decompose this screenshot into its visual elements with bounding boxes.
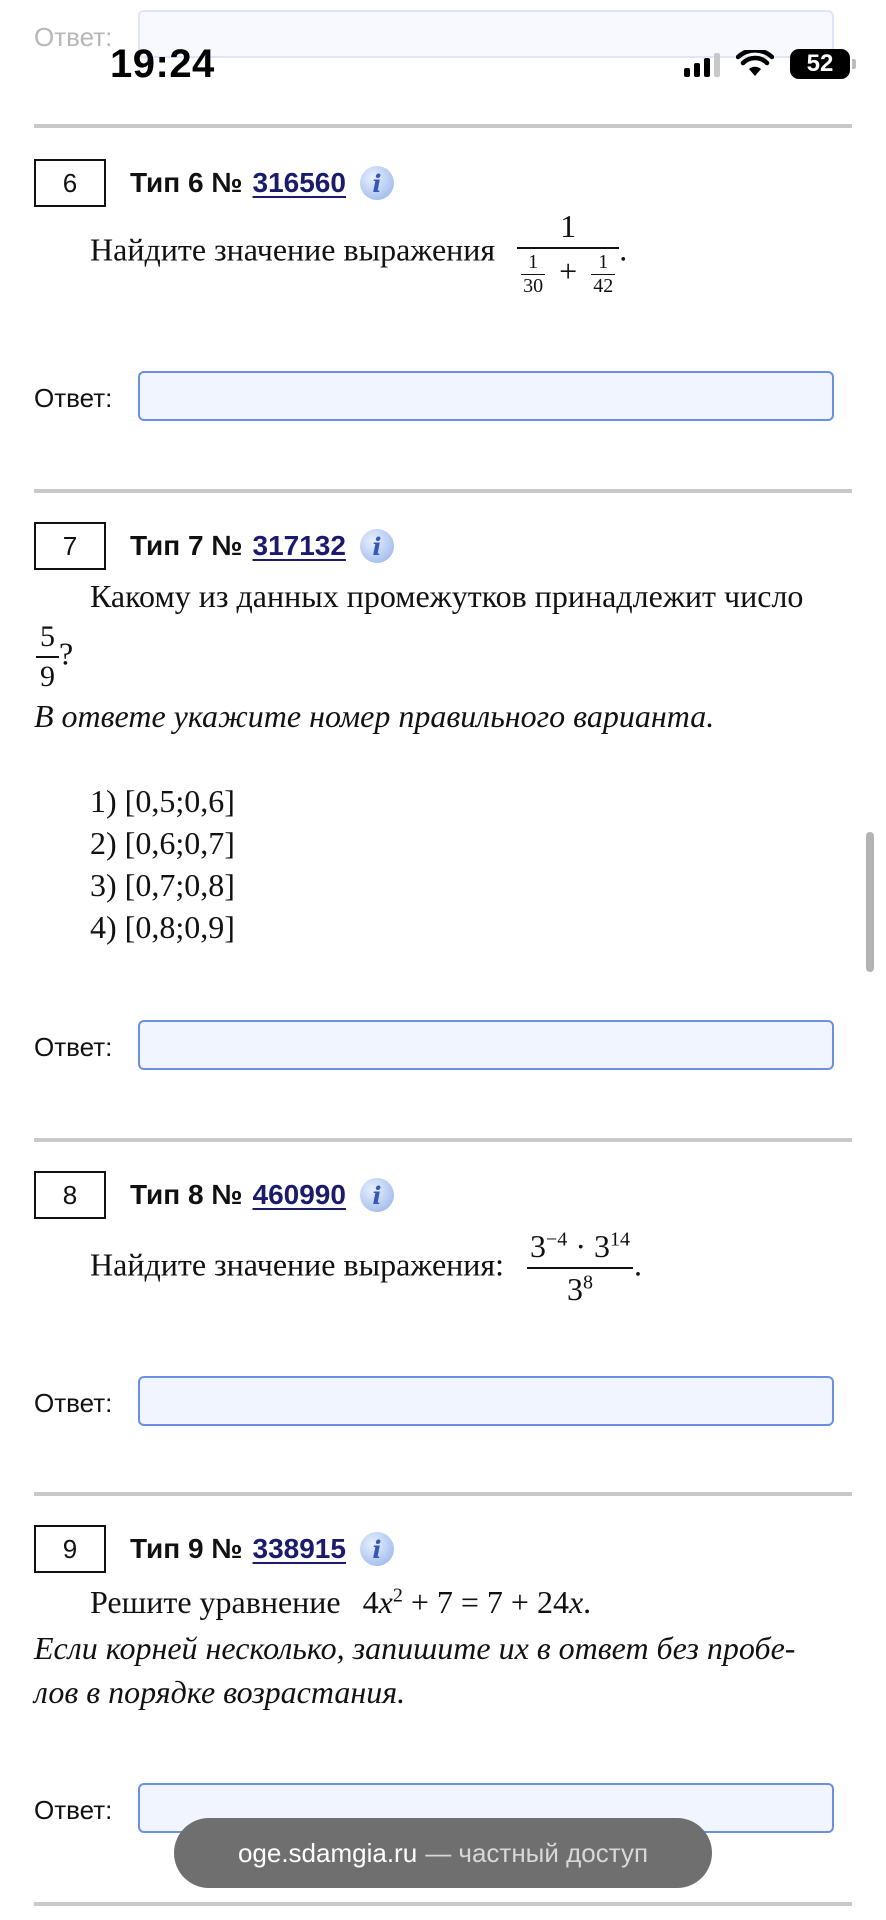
task-id-link[interactable]: 317132 [253,530,346,562]
option-item: 2) [0,6;0,7] [90,825,235,861]
fraction-numerator: 1 [560,208,577,244]
answer-input[interactable] [138,1376,834,1426]
section-divider [34,1902,852,1906]
task-instruction: В ответе укажите номер правильного вариа… [34,698,715,734]
task-header: 9 Тип 9 № 338915 i [34,1523,394,1575]
task-prompt: Какому из данных промежутков принадлежит… [90,578,804,614]
prompt-text: Найдите значение выражения: [90,1246,505,1283]
answer-row: Ответ: [34,1020,834,1072]
toast-domain: oge.sdamgia.ru [237,1837,418,1868]
section-divider [34,1492,852,1496]
task-id-link[interactable]: 338915 [253,1533,346,1565]
task-type: Тип 8 № [130,1179,243,1210]
battery-icon: 52 [790,49,856,79]
info-icon[interactable]: i [359,1178,394,1212]
task-header: 7 Тип 7 № 317132 i [34,520,394,572]
task-prompt: Решите уравнение 4x2 + 7 = 7 + 24x. [90,1584,591,1621]
scrollbar-thumb[interactable] [866,832,874,972]
option-item: 4) [0,8;0,9] [90,909,235,945]
task-prompt: Найдите значение выражения 1 1 30 + 1 42 . [90,208,628,298]
small-fraction: 1 42 [591,251,616,297]
answer-label: Ответ: [34,383,113,413]
task-number: 7 [34,522,106,570]
task-instruction: лов в порядке возрастания. [34,1674,406,1710]
task-id-link[interactable]: 316560 [253,167,346,199]
answer-input[interactable] [138,371,834,421]
status-icons: 52 [684,48,856,80]
toast-note: — частный доступ [425,1837,649,1868]
section-divider [34,489,852,493]
task-type: Тип 9 № [130,1533,243,1564]
task-number: 9 [34,1525,106,1573]
answer-label: Ответ: [34,1388,113,1418]
fraction-denominator: 1 30 + 1 42 [517,247,620,298]
prompt-text: Найдите значение выражения [90,231,496,268]
answer-label: Ответ: [34,1795,113,1825]
answer-row: Ответ: [34,371,834,423]
info-icon[interactable]: i [359,1532,394,1566]
task-type: Тип 6 № [130,167,243,198]
task-number: 6 [34,159,106,207]
answer-row: Ответ: [34,1376,834,1428]
wifi-icon [736,50,774,76]
answer-input[interactable] [138,1020,834,1070]
task-header: 6 Тип 6 № 316560 i [34,157,394,209]
expression-fraction: 3−4 · 314 38 [526,1228,634,1308]
clock: 19:24 [110,42,215,86]
task-id-link[interactable]: 460990 [253,1179,346,1211]
task-instruction: Если корней несколько, запишите их в отв… [34,1630,796,1666]
info-icon[interactable]: i [359,166,394,200]
option-item: 3) [0,7;0,8] [90,867,235,903]
info-icon[interactable]: i [359,529,394,563]
expression-fraction: 1 1 30 + 1 42 [517,208,620,298]
section-divider [34,1138,852,1142]
section-divider [34,124,852,128]
prompt-text: Решите уравнение [90,1584,341,1620]
task-type: Тип 7 № [130,530,243,561]
fraction-numerator: 3−4 · 314 [530,1228,630,1264]
equation: 4x2 + 7 = 7 + 24x. [362,1584,592,1620]
small-fraction: 1 30 [521,251,546,297]
task-header: 8 Тип 8 № 460990 i [34,1169,394,1221]
number-fraction: 5 9 [36,620,59,694]
task-prompt: Найдите значение выражения: 3−4 · 314 38… [90,1228,642,1308]
prompt-fraction: 5 9 ? [36,620,73,694]
status-bar: Ответ: 19:24 52 [0,0,886,96]
previous-answer-label: Ответ: [34,22,113,52]
option-list: 1) [0,5;0,6] 2) [0,6;0,7] 3) [0,7;0,8] 4… [90,780,235,948]
answer-label: Ответ: [34,1032,113,1062]
fraction-denominator: 38 [527,1267,633,1308]
task-number: 8 [34,1171,106,1219]
signal-icon [684,51,720,77]
option-item: 1) [0,5;0,6] [90,783,235,819]
site-toast[interactable]: oge.sdamgia.ru — частный доступ [174,1818,712,1888]
